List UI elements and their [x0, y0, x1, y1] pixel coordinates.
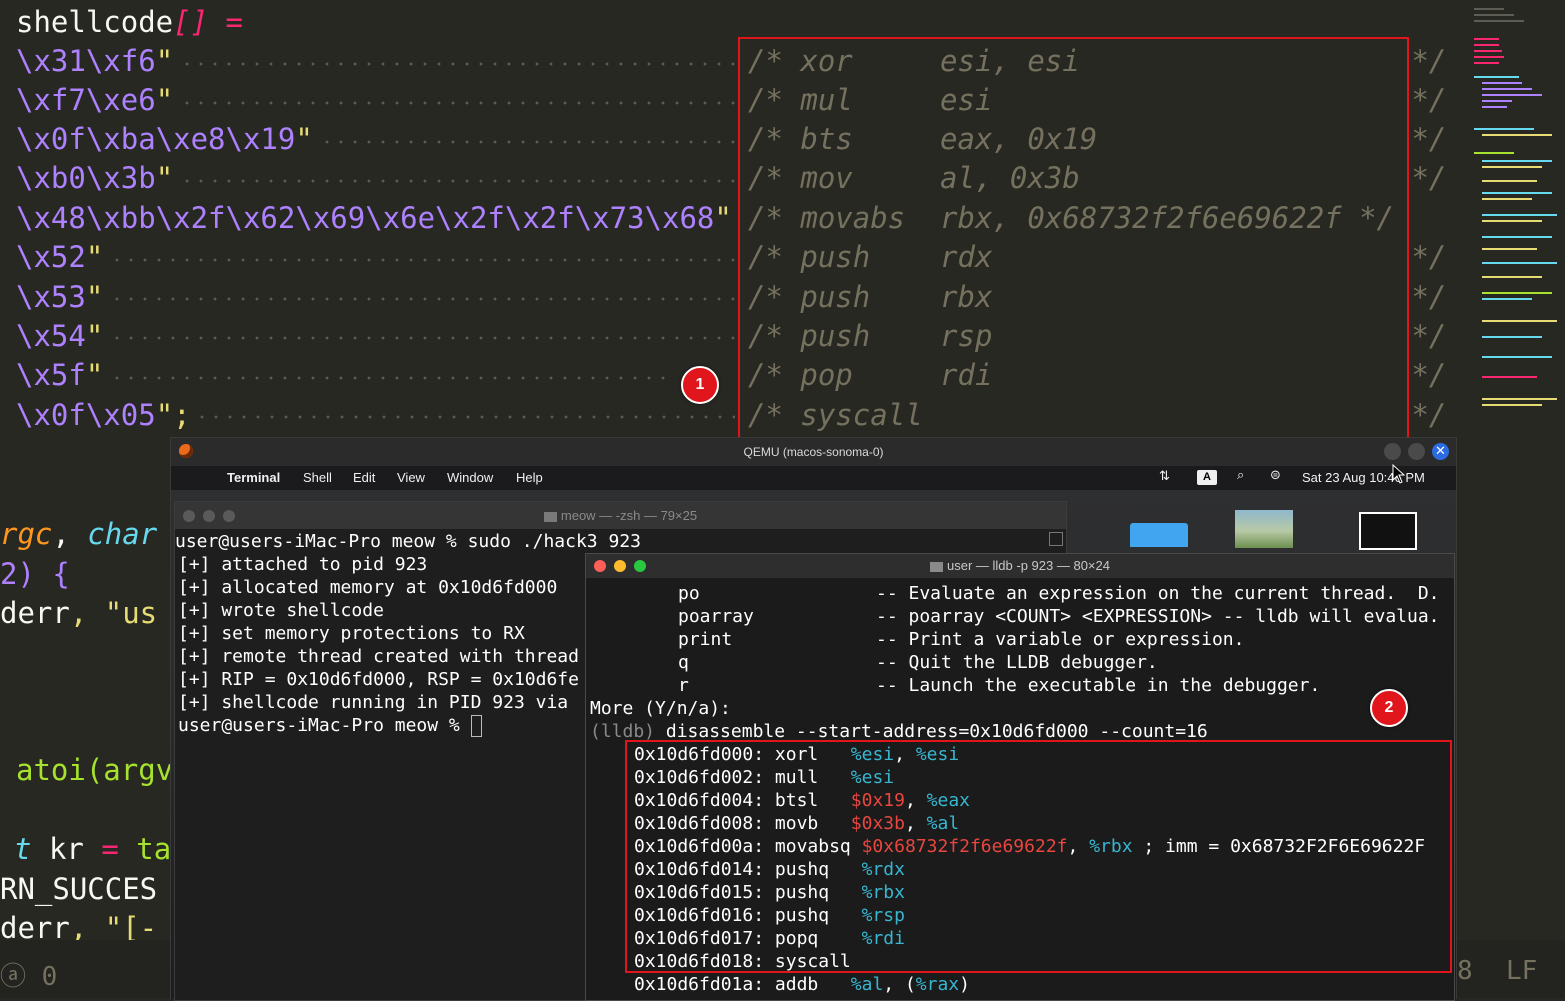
shellcode-line: \xb0\x3b" [16, 161, 174, 195]
menu-help[interactable]: Help [516, 470, 543, 485]
minimize-icon[interactable] [614, 560, 626, 572]
dot-leader [110, 258, 735, 262]
minimize-icon[interactable] [1384, 443, 1401, 460]
dot-leader [320, 140, 735, 144]
folder-icon [930, 561, 944, 572]
dot-leader [180, 62, 735, 66]
shellcode-line: \xf7\xe6" [16, 83, 174, 117]
zoom-icon[interactable] [634, 560, 646, 572]
input-source-icon[interactable]: A [1197, 470, 1217, 485]
zoom-icon[interactable] [223, 510, 235, 522]
help-desc: -- Launch the executable in the debugger… [876, 675, 1321, 696]
menu-view[interactable]: View [397, 470, 425, 485]
dot-leader [195, 415, 735, 419]
shellcode-line: \x52" [16, 240, 104, 274]
code-fragment: atoi(argv [16, 753, 174, 787]
qemu-app-icon [179, 444, 193, 458]
shellcode-line: \x31\xf6" [16, 44, 174, 78]
annotation-badge-1: 1 [681, 366, 719, 404]
menu-edit[interactable]: Edit [353, 470, 375, 485]
terminal-prompt[interactable]: user@users-iMac-Pro meow % [178, 714, 482, 737]
status-left: ⓐ 0 [0, 962, 58, 992]
cursor [470, 715, 482, 737]
terminal-line: [+] remote thread created with thread [178, 646, 579, 667]
minimap[interactable] [1468, 0, 1565, 430]
terminal-line: [+] attached to pid 923 [178, 554, 428, 575]
close-icon[interactable]: ✕ [1432, 443, 1449, 460]
shellcode-line: \x0f\x05"; [16, 398, 191, 432]
help-cmd: poarray [678, 606, 754, 627]
terminal-line: [+] wrote shellcode [178, 600, 384, 621]
help-desc: -- poarray <COUNT> <EXPRESSION> -- lldb … [876, 606, 1440, 627]
menu-window[interactable]: Window [447, 470, 493, 485]
dot-leader [110, 336, 735, 340]
identifier: shellcode [16, 5, 174, 39]
macos-menu-bar: Terminal Shell Edit View Window Help ⇅ A… [171, 466, 1456, 490]
close-icon[interactable] [183, 510, 195, 522]
image-thumbnail-icon[interactable] [1235, 510, 1293, 548]
qemu-window-title: QEMU (macos-sonoma-0) [743, 445, 884, 459]
help-cmd: q [678, 652, 689, 673]
search-icon[interactable]: ⌕ [1237, 468, 1244, 483]
control-center-icon[interactable]: ⊜ [1270, 468, 1281, 483]
folder-icon[interactable] [1130, 523, 1188, 547]
help-cmd: r [678, 675, 689, 696]
code-fragment: rgc, char [0, 517, 158, 551]
help-desc: -- Quit the LLDB debugger. [876, 652, 1158, 673]
shellcode-line: \x0f\xba\xe8\x19" [16, 122, 313, 156]
assign-operator: = [208, 5, 243, 39]
terminal-line: [+] RIP = 0x10d6fd000, RSP = 0x10d6fe [178, 669, 579, 690]
more-prompt: More (Y/n/a): [590, 698, 731, 719]
maximize-icon[interactable] [1408, 443, 1425, 460]
close-icon[interactable] [594, 560, 606, 572]
dot-leader [110, 376, 670, 380]
mouse-pointer-icon [1392, 464, 1406, 484]
code-fragment: RN_SUCCES [0, 872, 158, 906]
dot-leader [180, 179, 735, 183]
code-fragment: derr, "us [0, 596, 158, 630]
code-fragment: t kr = ta [14, 832, 172, 866]
terminal-line: [+] shellcode running in PID 923 via [178, 692, 569, 713]
help-desc: -- Print a variable or expression. [876, 629, 1245, 650]
code-fragment: 2) { [0, 557, 70, 591]
annotation-box-2 [625, 740, 1452, 973]
array-brackets: [] [173, 5, 209, 39]
menu-shell[interactable]: Shell [303, 470, 332, 485]
shellcode-line: \x54" [16, 319, 104, 353]
lldb-title-bar[interactable]: user — lldb -p 923 — 80×24 [586, 554, 1454, 578]
dot-leader [110, 297, 735, 301]
terminal-line: user@users-iMac-Pro meow % sudo ./hack3 … [175, 531, 641, 552]
minimize-icon[interactable] [203, 510, 215, 522]
help-cmd: print [678, 629, 733, 650]
shellcode-line: \x5f" [16, 358, 104, 392]
shellcode-declaration: shellcode[] = [16, 4, 243, 40]
annotation-box-1 [738, 37, 1409, 447]
menu-clock[interactable]: Sat 23 Aug 10:46 PM [1302, 470, 1425, 485]
status-line-ending[interactable]: LF [1506, 956, 1537, 986]
network-icon[interactable]: ⇅ [1159, 469, 1170, 484]
annotation-badge-2: 2 [1370, 689, 1408, 727]
disasm-line: 0x10d6fd01a: addb %al, (%rax) [634, 974, 970, 995]
folder-icon [543, 511, 557, 522]
zsh-window-title: meow — -zsh — 79×25 [560, 508, 698, 523]
zsh-title-bar[interactable]: meow — -zsh — 79×25 [175, 502, 1066, 529]
screenshot-thumbnail-icon[interactable] [1359, 512, 1417, 550]
terminal-line: [+] set memory protections to RX [178, 623, 525, 644]
terminal-line: [+] allocated memory at 0x10d6fd000 [178, 577, 558, 598]
scroll-indicator[interactable] [1049, 532, 1063, 546]
help-desc: -- Evaluate an expression on the current… [876, 583, 1440, 604]
shellcode-line: \x53" [16, 280, 104, 314]
qemu-title-bar[interactable]: QEMU (macos-sonoma-0) ✕ [171, 438, 1456, 466]
lldb-window-title: user — lldb -p 923 — 80×24 [947, 558, 1110, 573]
shellcode-line: \x48\xbb\x2f\x62\x69\x6e\x2f\x2f\x73\x68… [16, 201, 732, 235]
menu-app-terminal[interactable]: Terminal [227, 470, 280, 485]
dot-leader [180, 101, 735, 105]
help-cmd: po [678, 583, 700, 604]
status-line-number: 8 [1457, 956, 1473, 986]
